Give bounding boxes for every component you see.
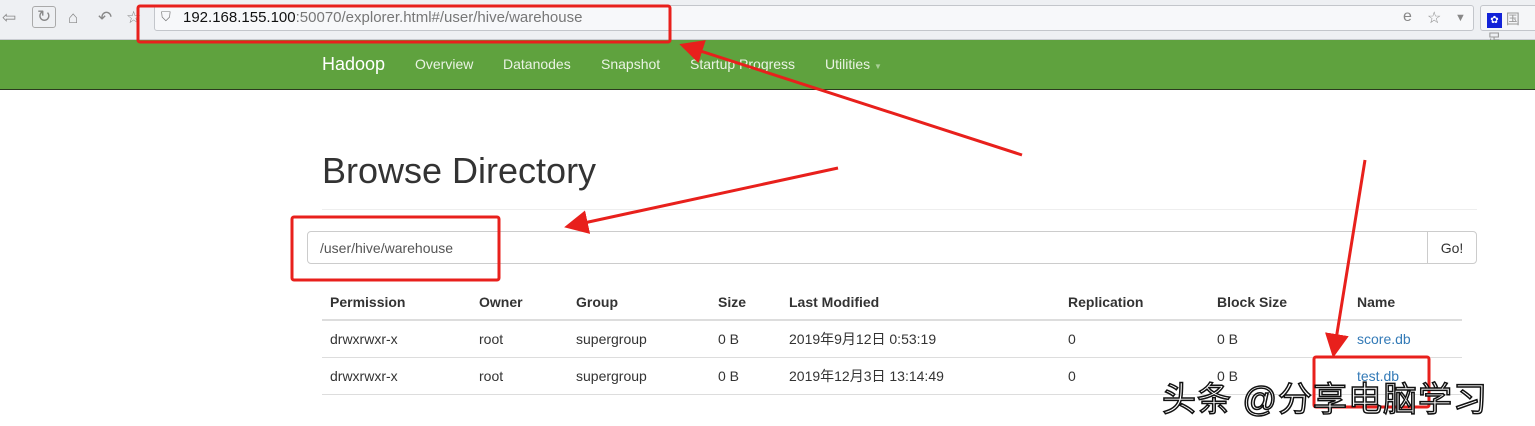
annotation-overlay [136,4,1431,409]
arrow-to-path [564,166,839,234]
watermark: 头条 @分享电脑学习 [1161,380,1488,420]
arrow-to-url [679,40,1023,157]
arrow-to-test-db [1325,159,1367,358]
highlight-box-path [290,215,501,282]
highlight-box-url [136,4,672,44]
